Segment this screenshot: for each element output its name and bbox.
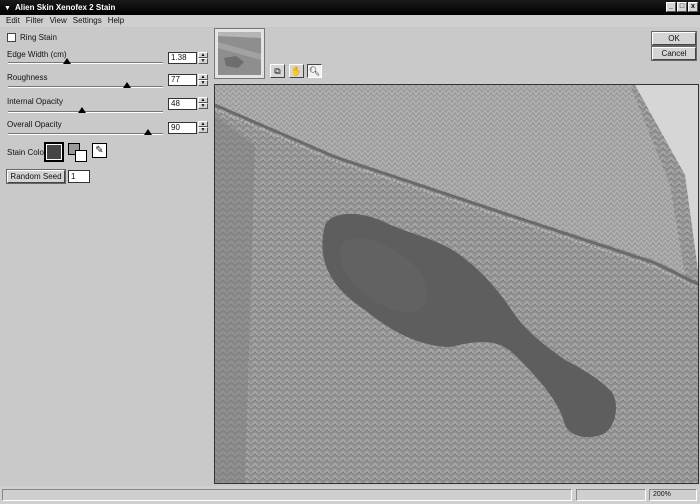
edge-width-spinner[interactable]: ▲ ▼ bbox=[198, 52, 208, 65]
eyedropper-icon[interactable]: ✎ bbox=[92, 143, 107, 158]
maximize-button[interactable]: □ bbox=[677, 2, 687, 12]
edge-width-field[interactable]: 1.38 bbox=[168, 52, 197, 64]
overall-opacity-thumb[interactable] bbox=[143, 129, 152, 135]
cancel-button[interactable]: Cancel bbox=[651, 46, 697, 61]
compare-button[interactable]: ⧉ bbox=[270, 64, 285, 78]
stain-color-swatch[interactable] bbox=[44, 142, 64, 162]
overall-opacity-slider[interactable] bbox=[8, 129, 163, 135]
internal-opacity-label: Internal Opacity bbox=[7, 97, 64, 106]
menu-settings[interactable]: Settings bbox=[71, 15, 106, 27]
spin-down-icon[interactable]: ▼ bbox=[198, 80, 208, 86]
menu-filter[interactable]: Filter bbox=[24, 15, 48, 27]
hand-tool-button[interactable]: ✋ bbox=[289, 64, 304, 78]
edge-width-slider[interactable] bbox=[8, 58, 163, 64]
minimize-button[interactable]: _ bbox=[666, 2, 676, 12]
roughness-field[interactable]: 77 bbox=[168, 74, 197, 86]
title-bar: ▼ Alien Skin Xenofex 2 Stain _ □ x bbox=[0, 0, 700, 15]
edge-width-label: Edge Width (cm) bbox=[7, 50, 67, 59]
menu-view[interactable]: View bbox=[48, 15, 71, 27]
hand-icon: ✋ bbox=[290, 66, 303, 76]
edge-width-thumb[interactable] bbox=[62, 58, 71, 64]
close-button[interactable]: x bbox=[688, 2, 698, 12]
random-seed-field[interactable]: 1 bbox=[68, 170, 90, 183]
roughness-spinner[interactable]: ▲ ▼ bbox=[198, 74, 208, 87]
overall-opacity-field[interactable]: 90 bbox=[168, 122, 197, 134]
roughness-thumb[interactable] bbox=[123, 82, 132, 88]
swap-colors-icon[interactable] bbox=[68, 143, 88, 163]
menu-help[interactable]: Help bbox=[106, 15, 128, 27]
title-bar-controls: _ □ x bbox=[666, 2, 698, 12]
spin-down-icon[interactable]: ▼ bbox=[198, 127, 208, 133]
zoom-tool-button[interactable]: 🔍︎ bbox=[307, 64, 322, 78]
overall-opacity-spinner[interactable]: ▲ ▼ bbox=[198, 121, 208, 134]
window-menu-icon[interactable]: ▼ bbox=[4, 5, 11, 12]
status-progress bbox=[576, 489, 646, 501]
status-message bbox=[2, 489, 572, 501]
spin-down-icon[interactable]: ▼ bbox=[198, 58, 208, 64]
spin-down-icon[interactable]: ▼ bbox=[198, 103, 208, 109]
internal-opacity-field[interactable]: 48 bbox=[168, 98, 197, 110]
random-seed-button[interactable]: Random Seed bbox=[6, 169, 66, 184]
internal-opacity-spinner[interactable]: ▲ ▼ bbox=[198, 97, 208, 110]
status-bar: 200% bbox=[0, 486, 700, 504]
preview-canvas[interactable] bbox=[214, 84, 699, 484]
zoom-level: 200% bbox=[649, 489, 697, 501]
window-title: Alien Skin Xenofex 2 Stain bbox=[14, 3, 116, 12]
preview-image bbox=[215, 85, 698, 483]
navigator-thumbnail[interactable] bbox=[214, 28, 265, 79]
internal-opacity-slider[interactable] bbox=[8, 107, 163, 113]
ring-stain-checkbox[interactable] bbox=[7, 33, 16, 42]
ring-stain-label: Ring Stain bbox=[20, 33, 57, 42]
menu-bar: Edit Filter View Settings Help bbox=[0, 15, 700, 27]
stain-color-label: Stain Color bbox=[7, 148, 47, 157]
menu-edit[interactable]: Edit bbox=[4, 15, 24, 27]
thumbnail-image bbox=[218, 32, 261, 75]
ok-button[interactable]: OK bbox=[651, 31, 697, 46]
internal-opacity-thumb[interactable] bbox=[78, 107, 87, 113]
zoom-icon: 🔍︎ bbox=[308, 66, 321, 76]
ring-stain-row[interactable]: Ring Stain bbox=[7, 33, 57, 42]
overall-opacity-label: Overall Opacity bbox=[7, 120, 62, 129]
roughness-slider[interactable] bbox=[8, 82, 163, 88]
roughness-label: Roughness bbox=[7, 73, 48, 82]
compare-icon: ⧉ bbox=[274, 66, 281, 76]
